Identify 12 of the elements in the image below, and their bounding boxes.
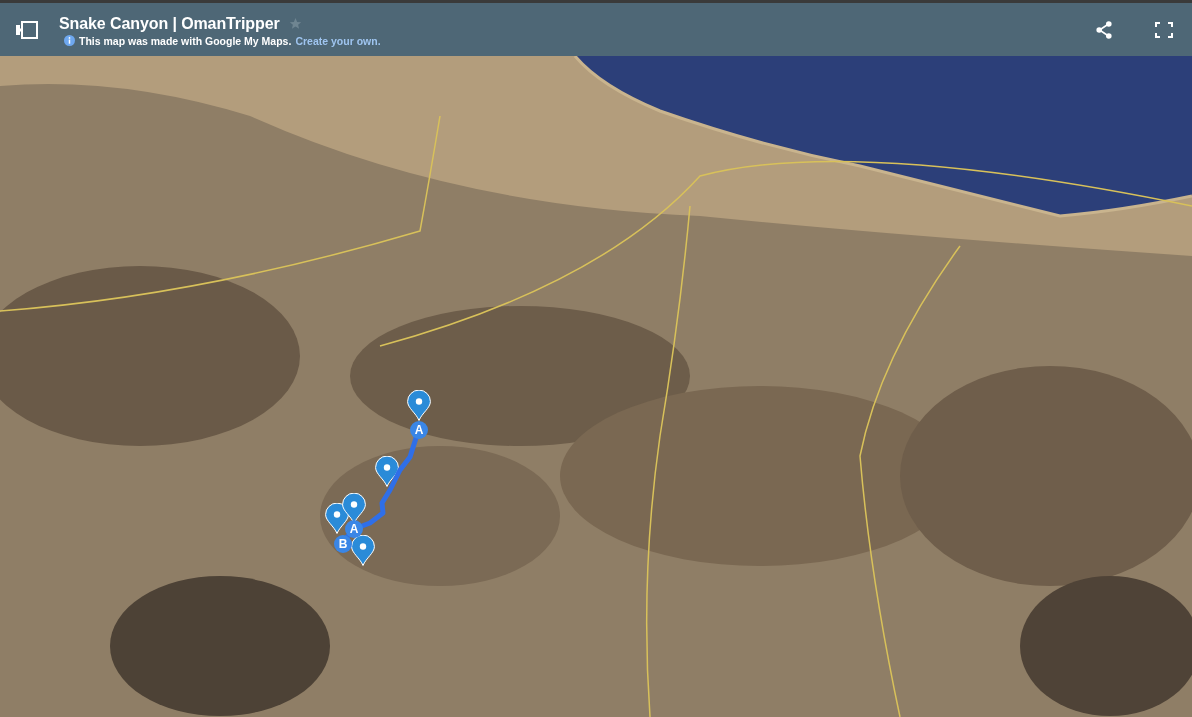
map-pin-icon[interactable]	[351, 535, 375, 566]
create-map-link[interactable]: Create your own.	[295, 34, 381, 47]
map-pin-icon[interactable]	[375, 456, 399, 487]
fullscreen-icon[interactable]	[1155, 21, 1173, 38]
notice-text: This map was made with Google My Maps.	[79, 34, 292, 47]
map-pin-icon[interactable]	[407, 390, 431, 421]
satellite-map-drawing[interactable]	[0, 56, 1192, 717]
star-icon[interactable]	[288, 17, 302, 30]
sidebar-toggle-icon[interactable]	[16, 20, 38, 39]
info-icon	[64, 35, 75, 46]
share-icon[interactable]	[1096, 20, 1112, 39]
map-title: Snake Canyon | OmanTripper	[59, 14, 280, 33]
